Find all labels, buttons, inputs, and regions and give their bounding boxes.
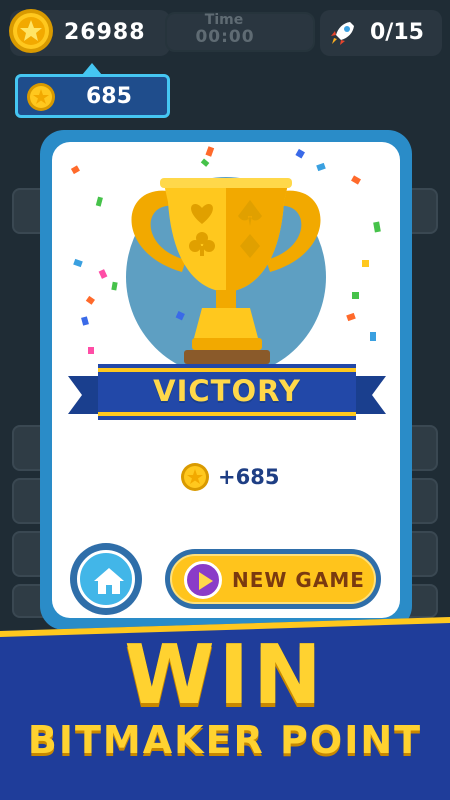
play-icon <box>184 561 222 599</box>
coin-icon <box>181 463 209 491</box>
home-button[interactable] <box>70 543 142 615</box>
coin-icon <box>27 83 55 111</box>
coin-balance: 26988 <box>64 20 146 45</box>
play-triangle <box>199 572 213 590</box>
timer-label: Time <box>204 12 244 28</box>
victory-title: VICTORY <box>153 374 301 408</box>
banner-headline: WIN <box>124 628 326 723</box>
earned-coins-value: 685 <box>86 84 132 109</box>
rocket-count: 0/15 <box>370 20 424 45</box>
home-button-face <box>77 550 135 608</box>
new-game-button[interactable]: NEW GAME <box>165 549 381 609</box>
home-icon <box>94 568 124 594</box>
rocket-icon <box>331 22 354 45</box>
reward-amount: +685 <box>218 465 280 489</box>
timer-value: 00:00 <box>195 27 255 47</box>
new-game-button-face: NEW GAME <box>170 554 376 604</box>
coin-icon <box>9 9 53 53</box>
new-game-label: NEW GAME <box>232 568 365 592</box>
banner-subline: BITMAKER POINT <box>27 718 423 762</box>
